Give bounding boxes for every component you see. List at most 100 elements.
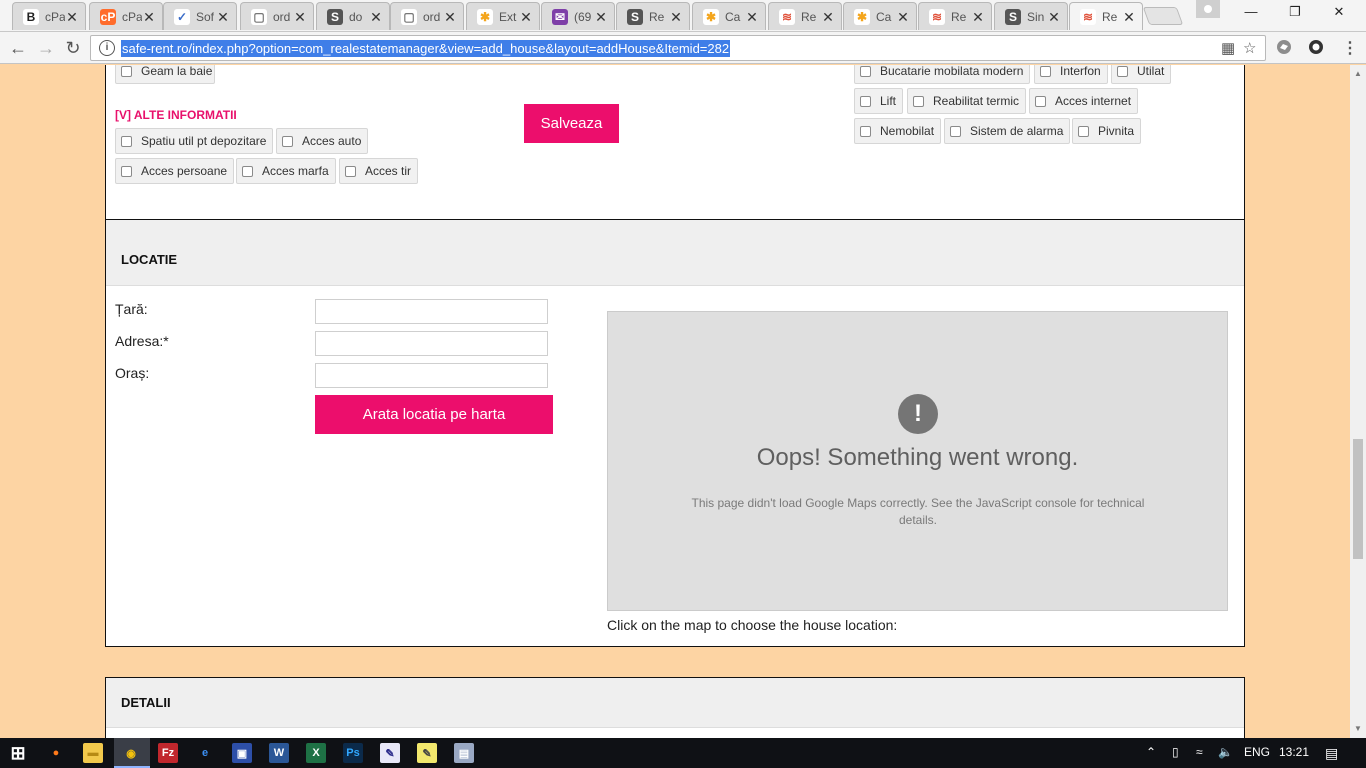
notes-icon[interactable]: ✎ [417, 743, 437, 763]
page-scrollbar[interactable]: ▲ ▼ [1350, 65, 1366, 738]
excel-icon[interactable]: X [306, 743, 326, 763]
checkbox-spatiu-depozitare[interactable]: Spatiu util pt depozitare [115, 128, 274, 154]
close-window-button[interactable]: ✕ [1316, 4, 1362, 20]
translate-icon[interactable]: ▦ [1221, 39, 1235, 57]
browser-tab[interactable]: ≋ Re ✕ [918, 2, 992, 30]
checkbox-box[interactable] [950, 125, 961, 137]
checkbox-box[interactable] [860, 95, 871, 107]
scrollbar-thumb[interactable] [1353, 439, 1363, 559]
volume-muted-icon[interactable]: 🔈 [1218, 745, 1233, 759]
checkbox-pivnita[interactable]: Pivnita [1072, 118, 1142, 144]
tab-close-icon[interactable]: ✕ [896, 10, 910, 24]
save-disk-icon[interactable]: ▣ [232, 743, 252, 763]
country-input[interactable] [315, 299, 548, 324]
browser-tab[interactable]: S Re ✕ [616, 2, 690, 30]
checkbox-box[interactable] [860, 65, 871, 77]
battery-icon[interactable]: ▯ [1172, 745, 1179, 759]
chrome-icon[interactable]: ◉ [121, 743, 141, 763]
checkbox-box[interactable] [1117, 65, 1128, 77]
checkbox-box[interactable] [121, 135, 132, 147]
tab-close-icon[interactable]: ✕ [1047, 10, 1061, 24]
bookmark-star-icon[interactable]: ☆ [1243, 39, 1256, 57]
tab-close-icon[interactable]: ✕ [65, 10, 79, 24]
minimize-button[interactable]: — [1228, 4, 1274, 19]
new-tab-button[interactable] [1142, 7, 1184, 25]
browser-tab[interactable]: S Sin ✕ [994, 2, 1068, 30]
tab-close-icon[interactable]: ✕ [443, 10, 457, 24]
tab-close-icon[interactable]: ✕ [669, 10, 683, 24]
save-button[interactable]: Salveaza [524, 104, 619, 143]
site-info-icon[interactable]: i [99, 40, 115, 56]
notepad-icon[interactable]: ✎ [380, 743, 400, 763]
checkbox-nemobilat[interactable]: Nemobilat [854, 118, 942, 144]
checkbox-geam-la-baie[interactable]: Geam la baie [115, 65, 215, 84]
tab-close-icon[interactable]: ✕ [216, 10, 230, 24]
browser-tab[interactable]: ✱ Ext ✕ [466, 2, 540, 30]
checkbox-acces-internet[interactable]: Acces internet [1029, 88, 1139, 114]
checkbox-lift[interactable]: Lift [854, 88, 904, 114]
checkbox-box[interactable] [121, 165, 132, 177]
browser-tab[interactable]: ✓ Sof ✕ [163, 2, 237, 30]
browser-tab[interactable]: ✉ (69 ✕ [541, 2, 615, 30]
checkbox-acces-auto[interactable]: Acces auto [276, 128, 369, 154]
browser-menu-icon[interactable]: ⋮ [1340, 38, 1360, 58]
checkbox-acces-marfa[interactable]: Acces marfa [236, 158, 336, 184]
checkbox-box[interactable] [345, 165, 356, 177]
wifi-icon[interactable]: ≈ [1196, 745, 1203, 759]
tab-close-icon[interactable]: ✕ [821, 10, 835, 24]
tab-close-icon[interactable]: ✕ [745, 10, 759, 24]
file-explorer-icon[interactable]: ▬ [83, 743, 103, 763]
checkbox-box[interactable] [242, 165, 253, 177]
tab-close-icon[interactable]: ✕ [369, 10, 383, 24]
clock[interactable]: 13:21 [1279, 745, 1309, 759]
extension-icon[interactable] [1274, 38, 1294, 58]
checkbox-utilat[interactable]: Utilat [1111, 65, 1172, 84]
browser-tab[interactable]: ✱ Ca ✕ [692, 2, 766, 30]
browser-tab[interactable]: ✱ Ca ✕ [843, 2, 917, 30]
checkbox-interfon[interactable]: Interfon [1034, 65, 1108, 84]
browser-tab[interactable]: BcPa ✕ [12, 2, 86, 30]
back-arrow-icon[interactable]: ← [8, 38, 28, 58]
url-text[interactable]: safe-rent.ro/index.php?option=com_reales… [121, 40, 731, 57]
checkbox-box[interactable] [860, 125, 871, 137]
profile-icon[interactable] [1196, 0, 1220, 18]
checkbox-reabilitat-termic[interactable]: Reabilitat termic [907, 88, 1027, 114]
checkbox-acces-persoane[interactable]: Acces persoane [115, 158, 235, 184]
show-hidden-icons-chevron-icon[interactable]: ⌃ [1146, 745, 1156, 759]
checkbox-box[interactable] [913, 95, 924, 107]
tab-close-icon[interactable]: ✕ [1122, 10, 1136, 24]
reload-icon[interactable]: ↻ [63, 38, 83, 58]
forward-arrow-icon[interactable]: → [36, 38, 56, 58]
tab-close-icon[interactable]: ✕ [971, 10, 985, 24]
checkbox-bucatarie-mobilata[interactable]: Bucatarie mobilata modern [854, 65, 1031, 84]
browser-tab[interactable]: Sdo ✕ [316, 2, 390, 30]
language-indicator[interactable]: ENG [1244, 745, 1270, 759]
address-input[interactable] [315, 331, 548, 356]
document-icon[interactable]: ▤ [454, 743, 474, 763]
windows-start-icon[interactable]: ⊞ [8, 743, 28, 763]
scroll-up-arrow-icon[interactable]: ▲ [1354, 69, 1362, 78]
extension-circle-icon[interactable] [1306, 38, 1326, 58]
google-map[interactable]: ! Oops! Something went wrong. This page … [607, 311, 1228, 611]
checkbox-box[interactable] [282, 135, 293, 147]
checkbox-box[interactable] [1040, 65, 1051, 77]
browser-tab[interactable]: cP cPa ✕ [89, 2, 163, 30]
browser-tab[interactable]: ▢ ord ✕ [240, 2, 314, 30]
restore-button[interactable]: ❐ [1272, 4, 1318, 20]
browser-tab[interactable]: ≋ Re ✕ [1069, 2, 1143, 30]
checkbox-box[interactable] [1035, 95, 1046, 107]
checkbox-acces-tir[interactable]: Acces tir [339, 158, 419, 184]
firefox-icon[interactable]: ● [46, 743, 66, 763]
checkbox-box[interactable] [1078, 125, 1089, 137]
checkbox-sistem-alarma[interactable]: Sistem de alarma [944, 118, 1071, 144]
edge-icon[interactable]: e [195, 743, 215, 763]
browser-tab[interactable]: ≋ Re ✕ [768, 2, 842, 30]
tab-close-icon[interactable]: ✕ [293, 10, 307, 24]
tab-close-icon[interactable]: ✕ [594, 10, 608, 24]
notifications-icon[interactable]: ▤ [1325, 745, 1338, 762]
photoshop-icon[interactable]: Ps [343, 743, 363, 763]
scroll-down-arrow-icon[interactable]: ▼ [1354, 724, 1362, 733]
filezilla-icon[interactable]: Fz [158, 743, 178, 763]
browser-tab[interactable]: ▢ ord ✕ [390, 2, 464, 30]
word-icon[interactable]: W [269, 743, 289, 763]
